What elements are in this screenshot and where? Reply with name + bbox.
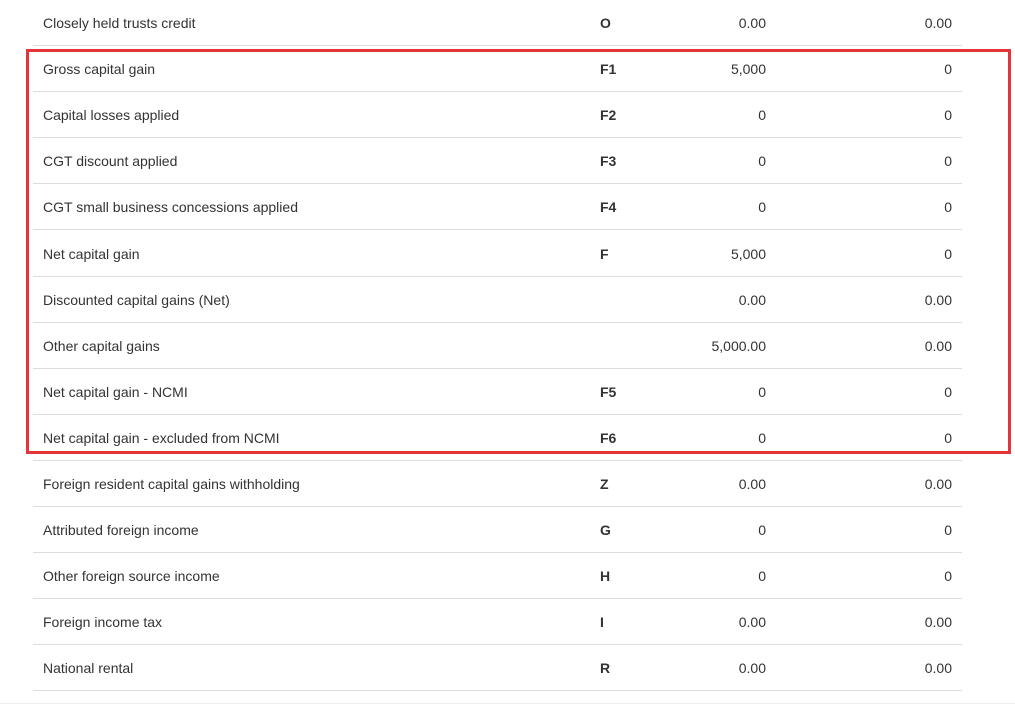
row-code: F6	[600, 429, 617, 446]
row-value-1: 5,000	[730, 245, 766, 262]
page-bottom-divider	[0, 703, 1015, 704]
row-code: H	[600, 568, 611, 585]
row-value-1: 0.00	[738, 15, 766, 31]
row-value-2: 0.00	[924, 337, 952, 354]
table-row: Other capital gains 5,000.00 0.00	[33, 323, 962, 369]
row-value-1: 0	[758, 199, 766, 216]
row-label: Closely held trusts credit	[43, 15, 196, 31]
row-label: Other foreign source income	[43, 568, 220, 585]
row-value-1: 5,000	[730, 61, 766, 78]
table-row: Net capital gain - excluded from NCMI F6 0…	[33, 415, 962, 461]
row-value-1: 0.00	[738, 614, 766, 631]
row-value-1: 0	[758, 107, 766, 124]
row-value-1: 0	[758, 383, 766, 400]
row-value-1: 0.00	[738, 660, 766, 677]
row-value-1: 0.00	[738, 291, 766, 308]
table-row: Closely held trusts credit O 0.00 0.00	[33, 0, 962, 46]
row-value-2: 0	[944, 429, 952, 446]
row-value-2: 0	[944, 107, 952, 124]
row-value-2: 0	[944, 522, 952, 539]
row-code: G	[600, 522, 611, 539]
row-value-2: 0	[944, 61, 952, 78]
row-value-2: 0	[944, 245, 952, 262]
row-value-1: 0	[758, 153, 766, 170]
table-row: CGT discount applied F3 0 0	[33, 138, 962, 185]
row-code: F	[600, 245, 609, 262]
table-row: Net capital gain - NCMI F5 0 0	[33, 369, 962, 415]
row-value-2: 0	[944, 568, 952, 585]
row-code: I	[600, 614, 604, 631]
table-row: Gross capital gain F1 5,000 0	[33, 46, 962, 93]
row-code: R	[600, 660, 611, 677]
row-value-2: 0	[944, 383, 952, 400]
row-code: F2	[600, 107, 617, 124]
table-row: Discounted capital gains (Net) 0.00 0.00	[33, 277, 962, 323]
row-label: Foreign income tax	[43, 614, 163, 631]
row-value-2: 0	[944, 199, 952, 216]
row-value-1: 5,000.00	[711, 337, 767, 354]
row-value-1: 0.00	[738, 476, 766, 492]
row-label: CGT small business concessions applied	[43, 199, 298, 216]
table-row: National rental R 0.00 0.00	[33, 645, 962, 692]
row-label: Net capital gain - excluded from NCMI	[43, 429, 280, 446]
table-row: Foreign income tax I 0.00 0.00	[33, 599, 962, 646]
row-value-1: 0	[758, 522, 766, 539]
row-value-2: 0.00	[924, 291, 952, 308]
table-row: Other foreign source income H 0 0	[33, 553, 962, 600]
row-value-2: 0	[944, 153, 952, 170]
row-label: Capital losses applied	[43, 107, 180, 124]
row-label: Attributed foreign income	[43, 522, 199, 539]
row-value-2: 0.00	[924, 614, 952, 631]
table-row: CGT small business concessions applied F4…	[33, 184, 962, 231]
table-row: Capital losses applied F2 0 0	[33, 92, 962, 139]
row-label: Net capital gain - NCMI	[43, 383, 188, 400]
row-label: Gross capital gain	[43, 61, 156, 78]
row-label: Net capital gain	[43, 245, 140, 262]
row-value-1: 0	[758, 568, 766, 585]
row-code: F1	[600, 61, 617, 78]
row-label: CGT discount applied	[43, 153, 178, 170]
table-row: Foreign resident capital gains withholdi…	[33, 461, 962, 507]
row-value-2: 0.00	[924, 15, 952, 31]
table-row: Net capital gain F 5,000 0	[33, 231, 962, 277]
row-label: National rental	[43, 660, 134, 677]
table-row: Attributed foreign income G 0 0	[33, 507, 962, 554]
row-label: Discounted capital gains (Net)	[43, 291, 230, 308]
row-code: Z	[600, 476, 609, 492]
row-value-2: 0.00	[924, 660, 952, 677]
row-label: Other capital gains	[43, 337, 160, 354]
row-code: O	[600, 15, 611, 31]
row-code: F3	[600, 153, 617, 170]
row-code: F5	[600, 383, 617, 400]
row-value-1: 0	[758, 429, 766, 446]
row-value-2: 0.00	[924, 476, 952, 492]
row-label: Foreign resident capital gains withholdi…	[43, 476, 300, 492]
row-code: F4	[600, 199, 617, 216]
